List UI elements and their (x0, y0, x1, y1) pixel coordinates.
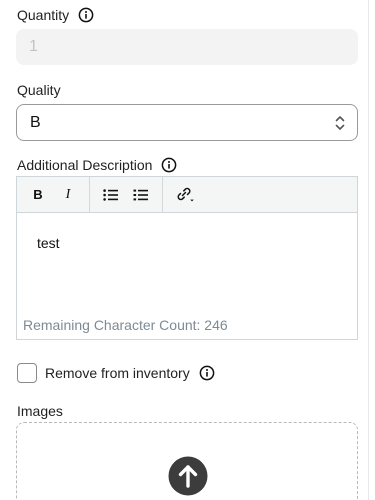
list-group (90, 177, 163, 212)
link-icon (177, 187, 194, 201)
link-group (163, 177, 207, 212)
description-label-row: Additional Description (17, 157, 177, 173)
description-editor[interactable]: B I test Remaining Character Count: 246 (16, 176, 358, 340)
remaining-character-count: Remaining Character Count: 246 (23, 317, 228, 333)
remove-from-inventory-label[interactable]: Remove from inventory (45, 365, 190, 381)
panel-edge-divider (368, 0, 369, 500)
quantity-field[interactable] (16, 29, 358, 65)
description-label: Additional Description (17, 157, 153, 173)
bullet-list-icon (103, 188, 118, 201)
add-item-form: Quantity Quality B Additional Descriptio… (0, 0, 375, 500)
remove-from-inventory-row: Remove from inventory (17, 363, 215, 383)
quantity-label-row: Quantity (17, 7, 94, 23)
info-icon[interactable] (161, 157, 177, 173)
chevron-up-down-icon (335, 114, 345, 132)
link-button[interactable] (171, 181, 201, 209)
remove-from-inventory-checkbox[interactable] (17, 363, 37, 383)
italic-button[interactable]: I (53, 181, 83, 209)
image-upload-dropzone[interactable] (16, 422, 358, 500)
bullet-list-button[interactable] (96, 181, 126, 209)
editor-toolbar: B I (17, 177, 357, 213)
info-icon[interactable] (78, 7, 94, 23)
images-label-row: Images (17, 403, 63, 419)
images-label: Images (17, 403, 63, 419)
format-group: B I (17, 177, 90, 212)
quality-select[interactable]: B (16, 104, 358, 141)
quality-label-row: Quality (17, 82, 61, 98)
quality-label: Quality (17, 82, 61, 98)
numbered-list-icon (133, 189, 148, 200)
upload-arrow-icon[interactable] (168, 456, 208, 496)
editor-text[interactable]: test (37, 235, 60, 251)
quantity-label: Quantity (17, 7, 70, 23)
info-icon[interactable] (199, 365, 215, 381)
numbered-list-button[interactable] (126, 181, 156, 209)
quality-selected-value: B (30, 113, 41, 131)
bold-button[interactable]: B (23, 181, 53, 209)
